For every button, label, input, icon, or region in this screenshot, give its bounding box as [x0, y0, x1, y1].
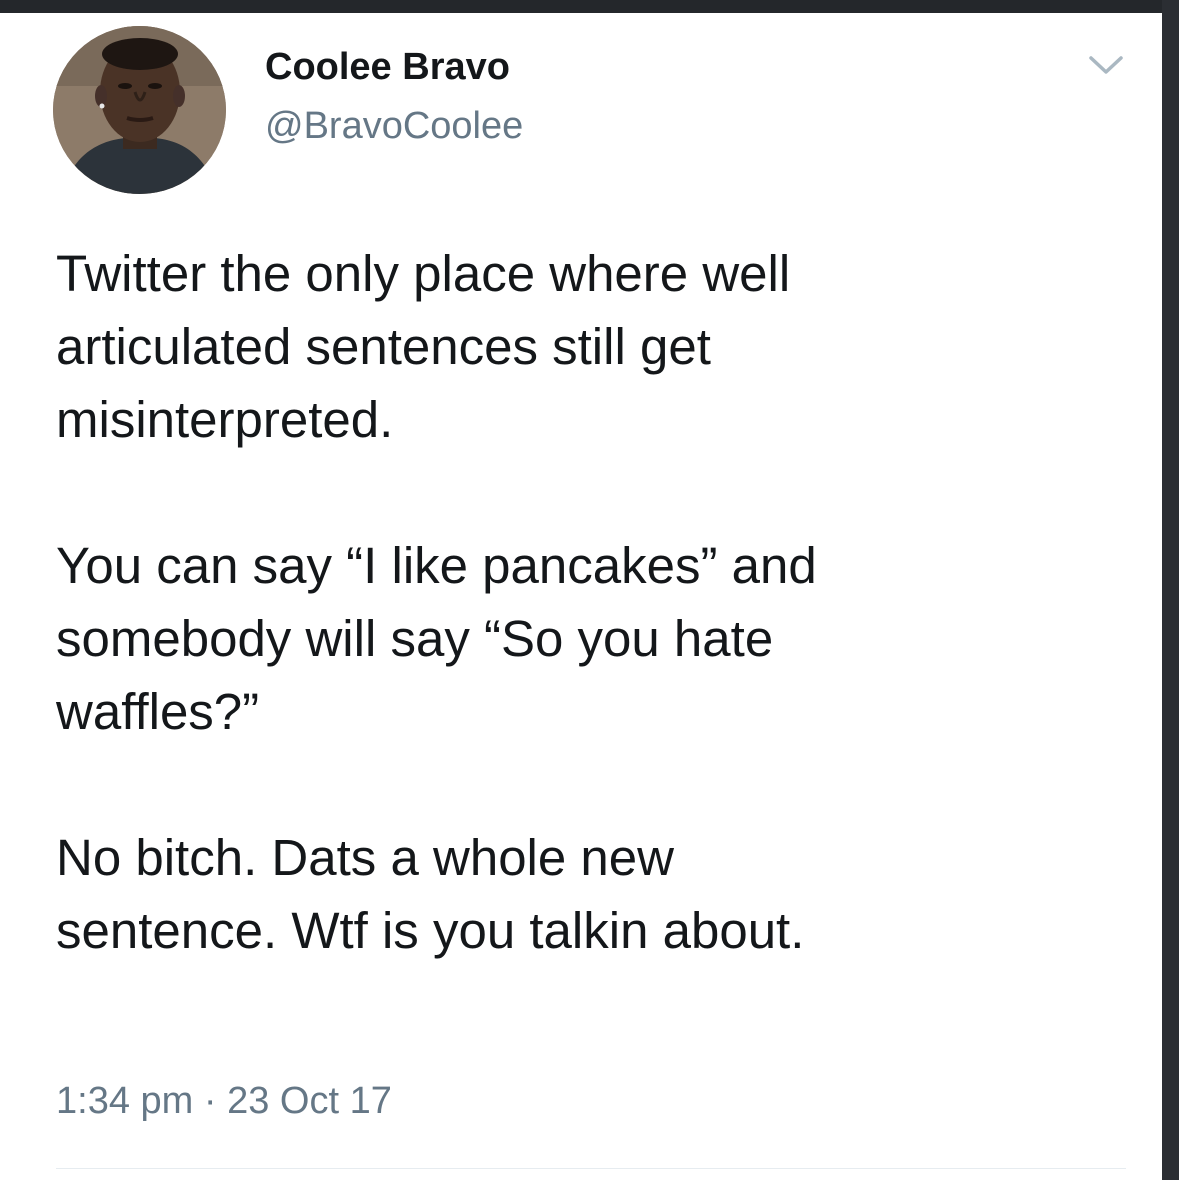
tweet-line: No bitch. Dats a whole new: [56, 829, 674, 886]
tweet-menu-button[interactable]: [1086, 51, 1126, 79]
tweet-date: 23 Oct 17: [227, 1080, 392, 1122]
divider: [56, 1168, 1126, 1169]
tweet-line: sentence. Wtf is you talkin about.: [56, 902, 805, 959]
tweet-paragraph: No bitch. Dats a whole new sentence. Wtf…: [56, 821, 1146, 967]
tweet-card: Coolee Bravo @BravoCoolee Twitter the on…: [0, 13, 1162, 1180]
tweet-paragraph: Twitter the only place where well articu…: [56, 237, 1146, 456]
meta-separator: ·: [203, 1080, 217, 1122]
chevron-down-icon: [1089, 56, 1123, 74]
tweet-timestamp[interactable]: 1:34 pm · 23 Oct 17: [56, 1080, 392, 1123]
display-name[interactable]: Coolee Bravo: [265, 46, 510, 89]
tweet-line: somebody will say “So you hate: [56, 610, 774, 667]
tweet-line: Twitter the only place where well: [56, 245, 791, 302]
tweet-line: You can say “I like pancakes” and: [56, 537, 817, 594]
avatar-photo: [53, 26, 226, 194]
tweet-time: 1:34 pm: [56, 1080, 194, 1122]
tweet-text: Twitter the only place where well articu…: [56, 237, 1146, 967]
tweet-line: misinterpreted.: [56, 391, 394, 448]
avatar[interactable]: [53, 26, 226, 194]
tweet-line: articulated sentences still get: [56, 318, 711, 375]
tweet-paragraph: You can say “I like pancakes” and somebo…: [56, 529, 1146, 748]
user-handle[interactable]: @BravoCoolee: [265, 105, 523, 148]
tweet-line: waffles?”: [56, 683, 260, 740]
right-edge-bar: [1162, 0, 1179, 1180]
top-bar: [0, 0, 1179, 13]
